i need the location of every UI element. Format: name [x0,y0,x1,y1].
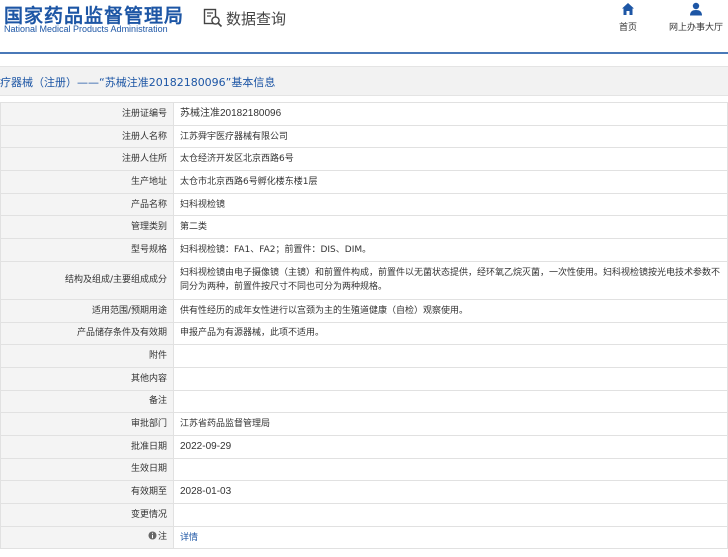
field-value [173,366,728,391]
note-field-label: 注 [0,525,174,550]
table-row: 有效期至 2028-01-03 [0,480,728,504]
field-label: 其他内容 [0,366,174,391]
record-title-bar: 医疗器械（注册）——“苏械注准20182180096”基本信息 [0,66,728,96]
field-value [173,344,728,368]
page-title: 医疗器械（注册）——“苏械注准20182180096”基本信息 [0,76,276,89]
field-label: 变更情况 [0,503,174,527]
table-row: 注 详情 [0,525,728,550]
field-value: 供有性经历的成年女性进行以宫颈为主的生殖道健康（自检）观察使用。 [173,298,728,323]
field-label: 生产地址 [0,170,174,194]
table-row: 审批部门 江苏省药品监督管理局 [0,412,728,436]
details-link[interactable]: 详情 [180,533,198,543]
field-value: 苏械注准20182180096 [173,102,728,126]
field-value [173,457,728,482]
field-value [173,503,728,527]
header-divider [0,52,728,54]
table-row: 变更情况 [0,503,728,527]
nav-online-hall[interactable]: 网上办事大厅 [664,2,728,33]
field-value: 2028-01-03 [173,480,728,504]
field-label: 批准日期 [0,434,174,459]
data-query-label: 数据查询 [226,9,287,28]
table-row: 附件 [0,344,728,368]
table-row: 注册人名称 江苏舜宇医疗器械有限公司 [0,124,728,149]
field-label: 型号规格 [0,238,174,262]
table-row: 批准日期 2022-09-29 [0,434,728,459]
table-row: 生效日期 [0,457,728,482]
field-label: 管理类别 [0,215,174,240]
note-info-icon [148,531,157,545]
nav-home[interactable]: 首页 [616,2,640,33]
field-value: 申报产品为有源器械，此项不适用。 [173,321,728,346]
home-icon [621,2,635,16]
user-icon [689,2,703,16]
field-label: 产品储存条件及有效期 [0,321,174,346]
field-label: 有效期至 [0,480,174,504]
field-label: 注册证编号 [0,102,174,126]
data-query-heading: 数据查询 [203,7,286,29]
table-row: 结构及组成/主要组成成分 妇科视检镜由电子摄像镜（主镜）和前置件构成，前置件以无… [0,260,728,300]
field-value: 妇科视检镜 [173,192,728,217]
table-row: 备注 [0,389,728,414]
table-row: 产品储存条件及有效期 申报产品为有源器械，此项不适用。 [0,321,728,346]
nav-online-hall-label: 网上办事大厅 [668,23,723,33]
field-value: 妇科视检镜：FA1、FA2；前置件：DIS、DIM。 [173,238,728,262]
table-row: 适用范围/预期用途 供有性经历的成年女性进行以宫颈为主的生殖道健康（自检）观察使… [0,298,728,323]
site-header: 国家药品监督管理局 National Medical Products Admi… [0,0,728,52]
table-row: 管理类别 第二类 [0,215,728,240]
field-label: 备注 [0,389,174,414]
table-row: 注册人住所 太仓经济开发区北京西路6号 [0,147,728,172]
field-label: 附件 [0,344,174,368]
note-field-label-text: 注 [157,532,167,543]
site-logo-subtitle: National Medical Products Administration [4,24,168,34]
field-value: 太仓经济开发区北京西路6号 [173,147,728,172]
field-value: 2022-09-29 [173,434,728,459]
field-label: 注册人名称 [0,124,174,149]
field-label: 注册人住所 [0,147,174,172]
data-query-icon [203,8,223,28]
field-label: 生效日期 [0,457,174,482]
field-label: 产品名称 [0,192,174,217]
detail-table: 注册证编号 苏械注准20182180096 注册人名称 江苏舜宇医疗器械有限公司… [0,102,728,550]
field-label: 审批部门 [0,412,174,436]
table-row: 生产地址 太仓市北京西路6号孵化楼东楼1层 [0,170,728,194]
field-label: 结构及组成/主要组成成分 [0,260,174,300]
table-row: 型号规格 妇科视检镜：FA1、FA2；前置件：DIS、DIM。 [0,238,728,262]
field-value: 妇科视检镜由电子摄像镜（主镜）和前置件构成，前置件以无菌状态提供，经环氧乙烷灭菌… [173,260,728,300]
field-value: 江苏舜宇医疗器械有限公司 [173,124,728,149]
field-value: 太仓市北京西路6号孵化楼东楼1层 [173,170,728,194]
field-value: 详情 [173,525,728,550]
field-value: 江苏省药品监督管理局 [173,412,728,436]
table-row: 注册证编号 苏械注准20182180096 [0,102,728,126]
nav-home-label: 首页 [618,23,637,33]
table-row: 其他内容 [0,366,728,391]
field-value [173,389,728,414]
table-row: 产品名称 妇科视检镜 [0,192,728,217]
field-value: 第二类 [173,215,728,240]
field-label: 适用范围/预期用途 [0,298,174,323]
